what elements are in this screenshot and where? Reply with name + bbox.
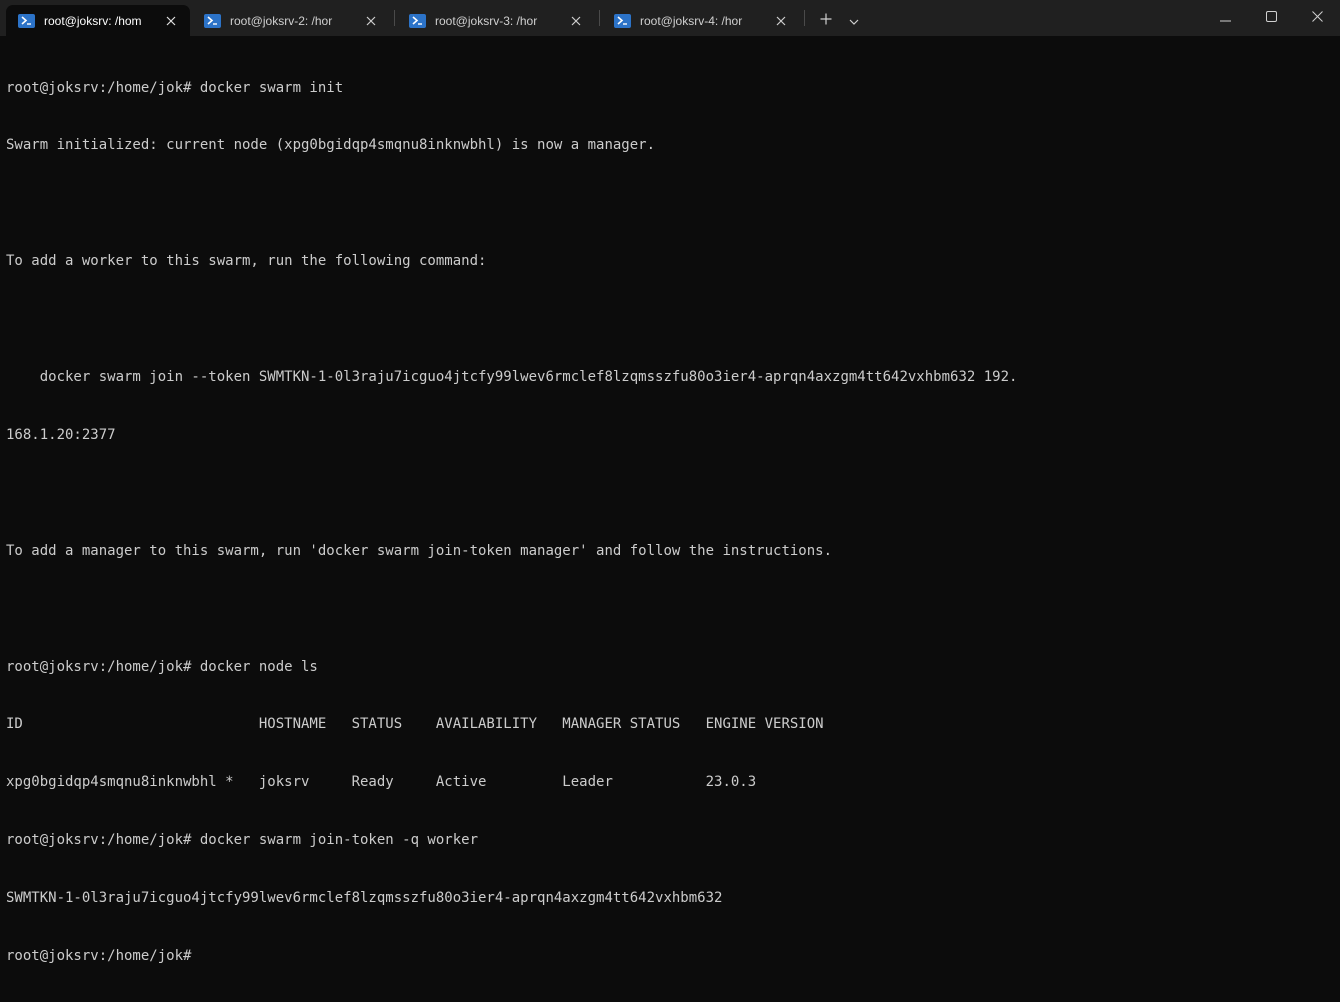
powershell-icon	[18, 13, 35, 28]
terminal-line: SWMTKN-1-0l3raju7icguo4jtcfy99lwev6rmcle…	[6, 890, 723, 907]
tab-title: root@joksrv-3: /hor	[435, 13, 538, 28]
minimize-button[interactable]	[1202, 0, 1248, 36]
terminal-line: To add a worker to this swarm, run the f…	[6, 253, 487, 270]
terminal-line: docker swarm join --token SWMTKN-1-0l3ra…	[6, 369, 1018, 386]
powershell-icon	[614, 13, 631, 28]
tab-separator	[804, 10, 805, 26]
close-icon[interactable]	[362, 12, 380, 30]
tab-joksrv-2[interactable]: root@joksrv-2: /hor	[192, 5, 390, 36]
tab-title: root@joksrv-4: /hor	[640, 13, 743, 28]
terminal-prompt: root@joksrv:/home/jok#	[6, 947, 192, 964]
window-controls	[1202, 0, 1340, 36]
tab-separator	[599, 10, 600, 26]
minimize-icon	[1219, 9, 1231, 27]
maximize-button[interactable]	[1248, 0, 1294, 36]
terminal-line: root@joksrv:/home/jok# docker node ls	[6, 658, 318, 675]
window-close-button[interactable]	[1294, 0, 1340, 36]
close-icon[interactable]	[567, 12, 585, 30]
terminal-line: ID HOSTNAME STATUS AVAILABILITY MANAGER …	[6, 716, 824, 733]
terminal-line: To add a manager to this swarm, run 'doc…	[6, 542, 833, 559]
tab-joksrv[interactable]: root@joksrv: /hom	[6, 5, 190, 36]
powershell-icon	[409, 13, 426, 28]
tab-separator	[394, 10, 395, 26]
powershell-icon	[204, 13, 221, 28]
window-close-icon	[1311, 9, 1323, 27]
chevron-down-icon	[849, 12, 859, 30]
tab-strip: root@joksrv: /hom root@joksrv-2: /hor ro…	[0, 0, 867, 36]
terminal-line: 168.1.20:2377	[6, 426, 116, 443]
terminal-window: root@joksrv: /hom root@joksrv-2: /hor ro…	[0, 0, 1340, 964]
terminal-output[interactable]: root@joksrv:/home/jok# docker swarm init…	[0, 36, 1340, 964]
new-tab-button[interactable]	[811, 5, 841, 36]
terminal-line: root@joksrv:/home/jok# docker swarm join…	[6, 832, 479, 849]
tab-dropdown-button[interactable]	[841, 5, 867, 36]
terminal-line: Swarm initialized: current node (xpg0bgi…	[6, 137, 656, 154]
terminal-line: root@joksrv:/home/jok# docker swarm init	[6, 79, 344, 96]
tab-title: root@joksrv: /hom	[44, 13, 142, 28]
close-icon[interactable]	[162, 12, 180, 30]
tab-joksrv-4[interactable]: root@joksrv-4: /hor	[602, 5, 800, 36]
tab-title: root@joksrv-2: /hor	[230, 13, 333, 28]
tab-bar[interactable]: root@joksrv: /hom root@joksrv-2: /hor ro…	[0, 0, 1340, 36]
close-icon[interactable]	[772, 12, 790, 30]
plus-icon	[820, 12, 832, 30]
maximize-icon	[1265, 9, 1277, 27]
terminal-line: xpg0bgidqp4smqnu8inknwbhl * joksrv Ready…	[6, 774, 757, 791]
tab-joksrv-3[interactable]: root@joksrv-3: /hor	[397, 5, 595, 36]
